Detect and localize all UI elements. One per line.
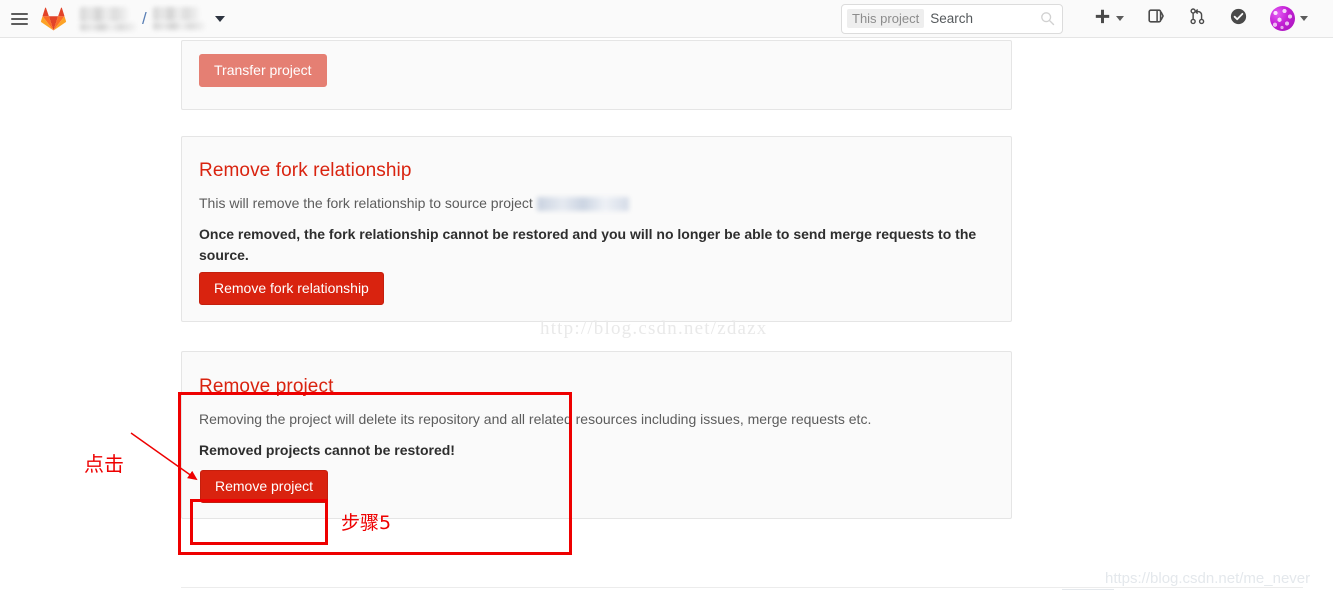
merge-requests-button[interactable] [1177, 0, 1218, 38]
annotation-click-label: 点击 [84, 452, 124, 476]
remove-fork-warning: Once removed, the fork relationship cann… [199, 226, 977, 263]
remove-fork-description-text: This will remove the fork relationship t… [199, 195, 533, 211]
remove-project-description: Removing the project will delete its rep… [199, 411, 872, 427]
plus-icon [1094, 8, 1111, 30]
breadcrumb[interactable]: / [80, 6, 225, 31]
remove-project-panel: Remove project Removing the project will… [181, 351, 1012, 519]
breadcrumb-separator: / [142, 8, 147, 28]
content-divider [181, 587, 1303, 588]
top-navbar: / This project Search [0, 0, 1333, 38]
remove-fork-description: This will remove the fork relationship t… [199, 193, 629, 213]
avatar [1270, 6, 1295, 31]
watermark-bottom-right: https://blog.csdn.net/me_never [1105, 570, 1311, 587]
board-icon [1146, 6, 1166, 31]
user-menu-button[interactable] [1259, 0, 1319, 38]
hamburger-icon[interactable] [6, 6, 32, 32]
search-input[interactable]: This project Search [841, 3, 1063, 34]
remove-project-title: Remove project [199, 376, 334, 397]
breadcrumb-project-redacted [152, 7, 205, 30]
breadcrumb-group-redacted [80, 6, 136, 31]
navbar-actions: This project Search [841, 0, 1333, 38]
transfer-project-panel: Transfer project [181, 40, 1012, 110]
chevron-down-icon [1116, 16, 1124, 21]
todos-button[interactable] [1218, 0, 1259, 38]
remove-fork-title: Remove fork relationship [199, 160, 412, 181]
search-scope-badge[interactable]: This project [847, 9, 925, 28]
remove-project-warning: Removed projects cannot be restored! [199, 442, 455, 458]
transfer-project-button[interactable]: Transfer project [199, 54, 327, 87]
issue-boards-button[interactable] [1135, 0, 1177, 38]
watermark-center: http://blog.csdn.net/zdazx [540, 318, 768, 339]
search-icon [1040, 11, 1055, 26]
chevron-down-icon [1300, 16, 1308, 21]
remove-project-button[interactable]: Remove project [200, 470, 329, 503]
remove-fork-relationship-button[interactable]: Remove fork relationship [199, 272, 384, 305]
settings-content: Transfer project Remove fork relationshi… [0, 38, 1333, 590]
remove-fork-relationship-panel: Remove fork relationship This will remov… [181, 136, 1012, 322]
chevron-down-icon[interactable] [214, 15, 225, 22]
search-placeholder: Search [930, 11, 973, 26]
gitlab-logo[interactable] [36, 4, 70, 34]
check-circle-icon [1229, 7, 1248, 31]
merge-request-icon [1188, 7, 1207, 31]
new-dropdown-button[interactable] [1083, 0, 1135, 38]
source-project-redacted [536, 197, 629, 212]
